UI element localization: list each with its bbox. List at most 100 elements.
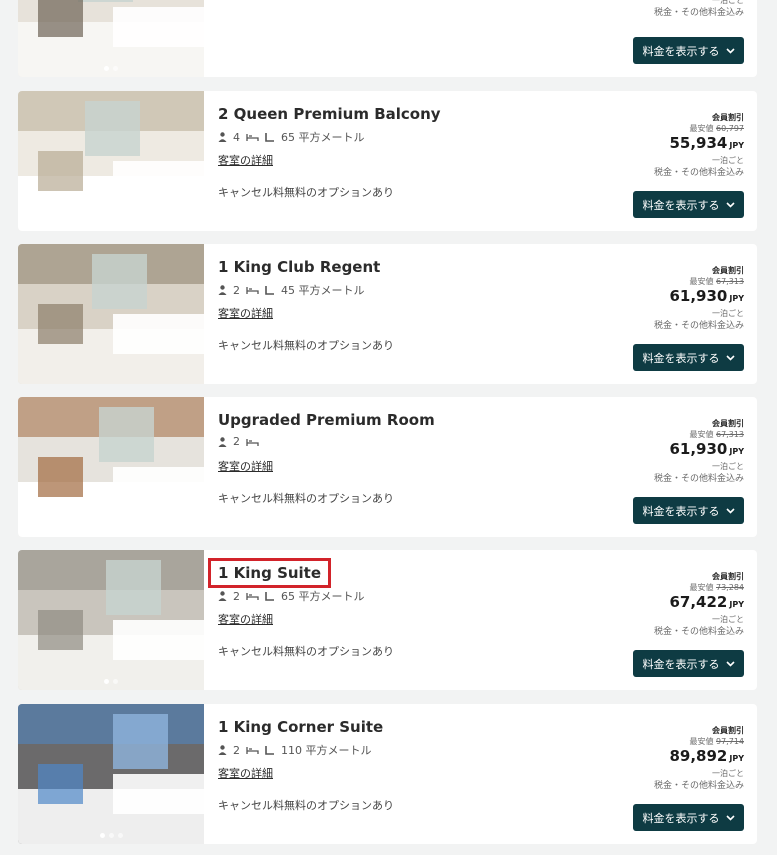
bed-icon xyxy=(246,591,259,601)
photo-carousel-dots xyxy=(18,66,204,71)
original-price: 最安値 73,284 xyxy=(689,583,744,592)
member-discount-badge: 会員割引 xyxy=(712,113,744,122)
original-price: 最安値 60,797 xyxy=(689,124,744,133)
carousel-dot[interactable] xyxy=(99,833,105,838)
price-block: 会員割引 最安値 67,313 61,930 JPY 一泊ごと 税金・その他料金込み xyxy=(564,418,744,486)
room-title: 2 Queen Premium Balcony xyxy=(218,105,441,123)
room-meta: 2 xyxy=(218,435,259,448)
carousel-dot[interactable] xyxy=(104,679,109,684)
room-title: 1 King Club Regent xyxy=(218,258,381,276)
room-photo[interactable] xyxy=(18,91,204,231)
original-price: 最安値 97,714 xyxy=(689,737,744,746)
room-card: 2 Queen Premium Balcony 4 65 平方メートル 客室の詳細キャ… xyxy=(18,91,757,231)
nightly-price: 67,422 JPY xyxy=(669,593,744,611)
chevron-down-icon xyxy=(725,658,735,670)
price-block: 会員割引 最安値 97,714 89,892 JPY 一泊ごと 税金・その他料金込み xyxy=(564,725,744,793)
show-rates-button[interactable]: 料金を表示する xyxy=(633,497,744,524)
room-photo-image xyxy=(18,550,204,690)
per-night-label: 一泊ごと xyxy=(712,156,744,165)
tax-note: 税金・その他料金込み xyxy=(653,627,744,637)
show-rates-button[interactable]: 料金を表示する xyxy=(633,650,744,677)
room-meta: 2 45 平方メートル xyxy=(218,282,365,298)
price-block: 会員割引 最安値 60,797 55,934 JPY 一泊ごと 税金・その他料金込み xyxy=(564,112,744,180)
carousel-dot[interactable] xyxy=(104,66,109,71)
room-photo[interactable] xyxy=(18,244,204,384)
guest-count: 2 xyxy=(233,283,240,297)
nightly-price: 61,930 JPY xyxy=(669,287,744,305)
carousel-dot[interactable] xyxy=(113,66,118,71)
show-rates-label: 料金を表示する xyxy=(642,658,720,671)
person-icon xyxy=(218,132,227,142)
show-rates-label: 料金を表示する xyxy=(642,505,720,518)
currency: JPY xyxy=(729,294,744,303)
room-photo[interactable] xyxy=(18,397,204,537)
free-cancellation-note: キャンセル料無料のオプションあり xyxy=(218,799,394,812)
carousel-dot[interactable] xyxy=(113,679,118,684)
price-block: 会員割引 最安値 67,313 61,930 JPY 一泊ごと 税金・その他料金込み xyxy=(564,265,744,333)
person-icon xyxy=(218,591,227,601)
room-details-link[interactable]: 客室の詳細 xyxy=(218,765,273,781)
show-rates-label: 料金を表示する xyxy=(642,352,720,365)
chevron-down-icon xyxy=(725,199,735,211)
room-title: 1 King Suite xyxy=(207,558,332,588)
floor-area-icon xyxy=(265,132,275,142)
person-icon xyxy=(218,285,227,295)
room-details-link[interactable]: 客室の詳細 xyxy=(218,611,273,627)
floor-area-icon xyxy=(265,285,275,295)
currency: JPY xyxy=(729,600,744,609)
room-details-link[interactable]: 客室の詳細 xyxy=(218,458,273,474)
free-cancellation-note: キャンセル料無料のオプションあり xyxy=(218,186,394,199)
bed-icon xyxy=(246,132,259,142)
show-rates-button[interactable]: 料金を表示する xyxy=(633,191,744,218)
per-night-label: 一泊ごと xyxy=(712,615,744,624)
per-night-label: 一泊ごと xyxy=(712,769,744,778)
room-photo[interactable] xyxy=(18,550,204,690)
room-card: 1 King Club Regent 2 45 平方メートル 客室の詳細キャンセル料無… xyxy=(18,244,757,384)
chevron-down-icon xyxy=(725,812,735,824)
tax-note: 税金・その他料金込み xyxy=(653,168,744,178)
photo-carousel-dots xyxy=(18,833,204,838)
room-card: 1 King Suite 2 65 平方メートル 客室の詳細 キャンセル料無料のオプショ… xyxy=(18,550,757,690)
room-photo-image xyxy=(18,244,204,384)
room-card: 1 King Corner Suite 2 110 平方メートル 客室の詳細キャンセル… xyxy=(18,704,757,844)
free-cancellation-note: キャンセル料無料のオプションあり xyxy=(218,339,394,352)
member-discount-badge: 会員割引 xyxy=(712,572,744,581)
show-rates-label: 料金を表示する xyxy=(642,812,720,825)
room-meta: 4 65 平方メートル xyxy=(218,129,365,145)
floor-area-icon xyxy=(265,591,275,601)
room-photo[interactable] xyxy=(18,704,204,844)
chevron-down-icon xyxy=(725,45,735,57)
room-photo[interactable] xyxy=(18,0,204,77)
member-discount-badge: 会員割引 xyxy=(712,419,744,428)
room-area: 110 平方メートル xyxy=(281,744,372,757)
room-area: 65 平方メートル xyxy=(281,131,365,144)
nightly-price: 89,892 JPY xyxy=(669,747,744,765)
guest-count: 2 xyxy=(233,589,240,603)
room-area: 65 平方メートル xyxy=(281,590,365,603)
carousel-dot[interactable] xyxy=(117,833,123,838)
show-rates-button[interactable]: 料金を表示する xyxy=(633,37,744,64)
room-photo-image xyxy=(18,704,204,844)
show-rates-label: 料金を表示する xyxy=(642,45,720,58)
room-meta: 2 110 平方メートル xyxy=(218,742,372,758)
carousel-dot[interactable] xyxy=(108,833,114,838)
show-rates-label: 料金を表示する xyxy=(642,199,720,212)
room-area: 45 平方メートル xyxy=(281,284,365,297)
room-card: Upgraded Premium Room 2 客室の詳細 キャンセル料無料のオプショ… xyxy=(18,397,757,537)
room-list: 客室の詳細キャンセル料無料のオプションあり一泊ごと税金・その他料金込み料金を表示… xyxy=(0,0,777,855)
guest-count: 2 xyxy=(233,435,240,448)
show-rates-button[interactable]: 料金を表示する xyxy=(633,344,744,371)
room-photo-image xyxy=(18,397,204,537)
tax-note: 税金・その他料金込み xyxy=(653,321,744,331)
room-photo-image xyxy=(18,91,204,231)
tax-note: 税金・その他料金込み xyxy=(653,781,744,791)
room-meta: 2 65 平方メートル xyxy=(218,588,365,604)
show-rates-button[interactable]: 料金を表示する xyxy=(633,804,744,831)
room-details-link[interactable]: 客室の詳細 xyxy=(218,305,273,321)
guest-count: 2 xyxy=(233,743,240,757)
room-details-link[interactable]: 客室の詳細 xyxy=(218,152,273,168)
chevron-down-icon xyxy=(725,505,735,517)
currency: JPY xyxy=(729,141,744,150)
person-icon xyxy=(218,436,227,447)
room-title: 1 King Corner Suite xyxy=(218,718,384,736)
